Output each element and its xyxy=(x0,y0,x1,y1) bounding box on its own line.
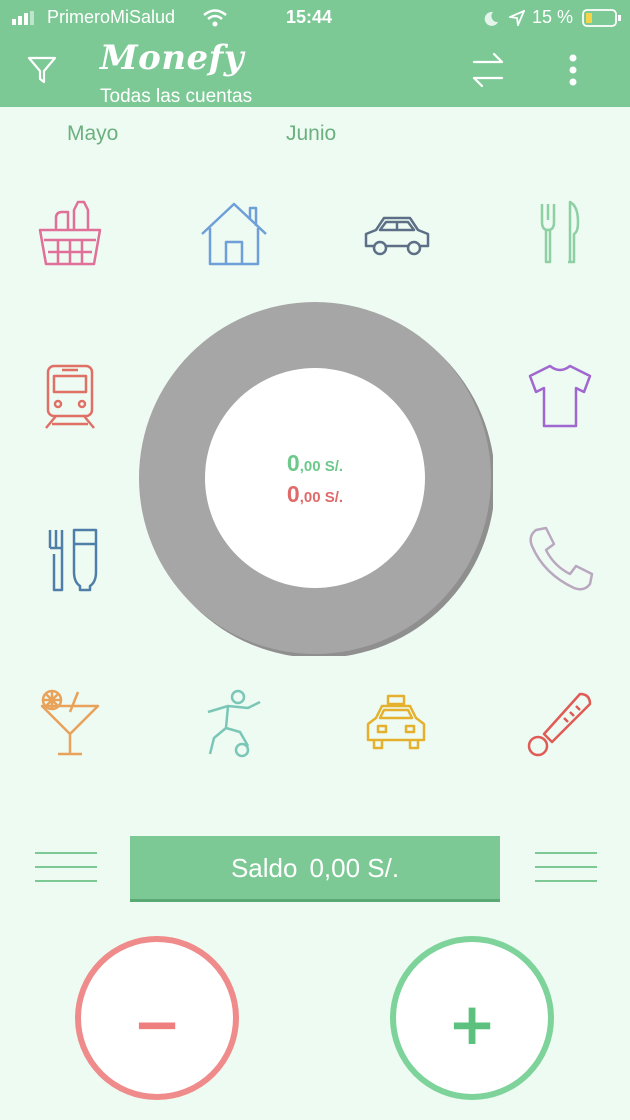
category-communications[interactable] xyxy=(524,524,596,596)
clock: 15:44 xyxy=(286,7,333,27)
carrier-name: PrimeroMiSalud xyxy=(47,7,176,27)
category-groceries[interactable] xyxy=(34,198,106,270)
right-menu-icon[interactable] xyxy=(535,852,597,886)
add-expense-button[interactable]: − xyxy=(75,936,239,1100)
balance-value: 0,00 S/. xyxy=(309,853,400,883)
donut-center xyxy=(205,368,425,588)
income-total: 0,00 S/. xyxy=(230,450,400,477)
shopping-basket-icon xyxy=(38,200,102,266)
battery-icon xyxy=(582,9,621,27)
signal-icon xyxy=(12,11,34,25)
category-sports[interactable] xyxy=(198,688,270,760)
category-taxi[interactable] xyxy=(360,688,432,760)
status-bar: PrimeroMiSalud 15:44 15 % xyxy=(0,0,630,36)
football-player-icon xyxy=(207,689,261,758)
expense-total-integer: 0 xyxy=(286,481,300,507)
toothbrush-icon xyxy=(48,528,98,592)
category-clothes[interactable] xyxy=(524,360,596,432)
moon-icon xyxy=(484,11,498,26)
cocktail-icon xyxy=(40,689,100,756)
app-title: Monefy xyxy=(100,38,245,78)
more-vert-icon[interactable] xyxy=(564,52,582,88)
minus-icon: − xyxy=(132,990,182,1058)
app-bar: Monefy Todas las cuentas xyxy=(0,36,630,107)
category-health[interactable] xyxy=(524,688,596,760)
balance-label: Saldo xyxy=(230,853,298,883)
phone-icon xyxy=(529,526,594,591)
house-icon xyxy=(201,202,267,266)
fork-knife-icon xyxy=(540,200,580,264)
month-current[interactable]: Junio xyxy=(286,122,336,146)
battery-percent: 15 % xyxy=(532,7,574,27)
wifi-icon xyxy=(203,9,227,27)
income-total-integer: 0 xyxy=(286,450,300,476)
filter-icon[interactable] xyxy=(26,54,58,86)
add-income-button[interactable]: + xyxy=(390,936,554,1100)
left-menu-icon[interactable] xyxy=(35,852,97,886)
balance-button[interactable]: Saldo 0,00 S/. xyxy=(130,836,500,902)
plus-icon: + xyxy=(447,990,497,1058)
category-eating-out[interactable] xyxy=(524,198,596,270)
expense-donut-chart[interactable] xyxy=(137,300,493,656)
category-transport[interactable] xyxy=(34,360,106,432)
month-previous[interactable]: Mayo xyxy=(67,122,118,146)
thermometer-icon xyxy=(527,692,592,757)
category-entertainment[interactable] xyxy=(34,688,106,760)
account-selector[interactable]: Todas las cuentas xyxy=(100,86,252,108)
income-total-rest: ,00 S/. xyxy=(299,458,344,475)
category-car[interactable] xyxy=(360,198,432,270)
location-arrow-icon xyxy=(509,10,525,26)
expense-total: 0,00 S/. xyxy=(230,481,400,508)
category-house[interactable] xyxy=(198,198,270,270)
train-icon xyxy=(45,364,95,429)
tshirt-icon xyxy=(528,364,592,428)
transfer-icon[interactable] xyxy=(470,50,506,90)
car-icon xyxy=(364,216,430,256)
expense-total-rest: ,00 S/. xyxy=(299,489,344,506)
app-header: PrimeroMiSalud 15:44 15 % Monefy Todas l… xyxy=(0,0,630,107)
taxi-icon xyxy=(366,694,426,750)
category-toiletry[interactable] xyxy=(34,524,106,596)
